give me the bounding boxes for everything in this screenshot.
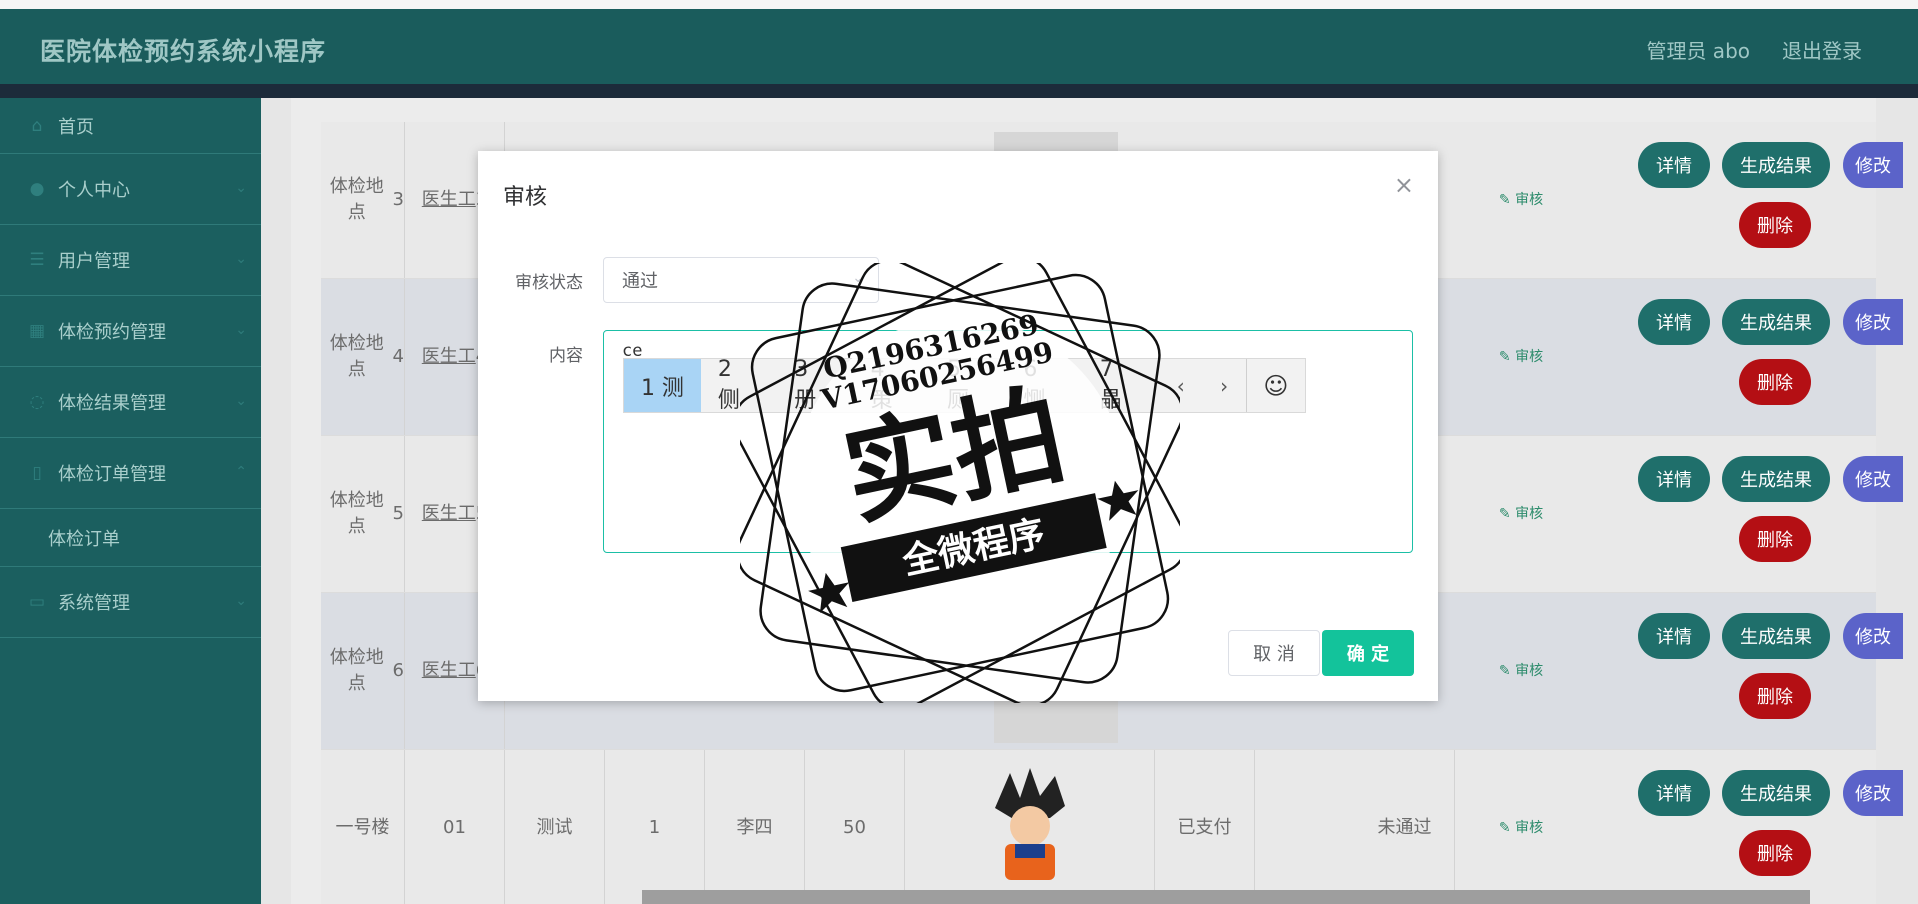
smiley-icon[interactable]: ☺ [1245,359,1305,412]
character-image [994,768,1065,880]
delete-button[interactable]: 删除 [1739,202,1811,248]
sidebar-item-label: 系统管理 [58,593,130,614]
chevron-down-icon: ⌄ [852,270,864,286]
status-label: 审核状态 [515,273,583,293]
close-icon[interactable]: × [1394,171,1414,199]
ime-candidate[interactable]: 3 册 [777,357,853,413]
detail-button[interactable]: 详情 [1638,142,1710,188]
delete-button[interactable]: 删除 [1739,359,1811,405]
sidebar-item-home[interactable]: ⌂ 首页 [0,98,261,154]
logout-link[interactable]: 退出登录 [1782,35,1862,64]
ime-next-icon[interactable]: › [1202,374,1245,398]
chevron-up-icon: ⌃ [235,464,247,480]
doctor-cell: 01 [405,750,505,904]
audit-link[interactable]: ✎ 审核 [1481,750,1561,904]
content-label: 内容 [549,346,583,366]
generate-result-button[interactable]: 生成结果 [1722,142,1830,188]
sidebar-subitem-orders[interactable]: 体检订单 [0,509,261,567]
delete-button[interactable]: 删除 [1739,516,1811,562]
sidebar-item-label: 体检结果管理 [58,393,166,414]
detail-button[interactable]: 详情 [1638,770,1710,816]
location-cell: 体检地点 3 [321,122,405,278]
sidebar-item-users[interactable]: ☰ 用户管理 ⌄ [0,225,261,296]
location-cell: 体检地点 6 [321,593,405,749]
sidebar-subitem-label: 体检订单 [48,528,120,550]
edit-button[interactable]: 修改 [1843,299,1903,345]
app-header: 医院体检预约系统小程序 管理员 abo 退出登录 [0,9,1918,84]
chevron-down-icon: ⌄ [235,180,247,196]
delete-button[interactable]: 删除 [1739,673,1811,719]
top-strip [0,0,1918,9]
sidebar-item-label: 个人中心 [58,180,130,201]
price-cell: 50 [805,750,905,904]
chevron-down-icon: ⌄ [235,322,247,338]
audit-link[interactable]: ✎ 审核 [1481,279,1561,435]
status-select-value: 通过 [622,271,658,292]
audit-link[interactable]: ✎ 审核 [1481,593,1561,749]
header-divider [0,84,1918,98]
detail-button[interactable]: 详情 [1638,299,1710,345]
ime-candidate[interactable]: 1 测 [624,359,701,412]
ime-candidate[interactable]: 2 侧 [701,357,777,413]
edit-button[interactable]: 修改 [1843,456,1903,502]
audit-dialog: 审核 × 审核状态 通过 ⌄ 内容 ce 1 测 2 侧 3 册 4 策 5 厕… [478,151,1438,701]
review-status-cell: 未通过 [1355,750,1455,904]
cancel-button[interactable]: 取 消 [1228,630,1320,676]
generate-result-button[interactable]: 生成结果 [1722,613,1830,659]
sidebar-item-personal[interactable]: ● 个人中心 ⌄ [0,154,261,225]
generate-result-button[interactable]: 生成结果 [1722,456,1830,502]
ime-candidate[interactable]: 4 策 [854,357,930,413]
generate-result-button[interactable]: 生成结果 [1722,299,1830,345]
chevron-down-icon: ⌄ [235,593,247,609]
audit-link[interactable]: ✎ 审核 [1481,436,1561,592]
sidebar-item-appointments[interactable]: ▦ 体检预约管理 ⌄ [0,296,261,367]
person-cell: 李四 [705,750,805,904]
home-icon: ⌂ [31,115,43,136]
sidebar-item-label: 首页 [58,116,94,138]
horizontal-scrollbar[interactable] [642,890,1810,904]
phone-icon: ▯ [32,463,42,483]
ime-prev-icon[interactable]: ‹ [1159,374,1202,398]
edit-button[interactable]: 修改 [1843,142,1903,188]
sidebar-item-label: 用户管理 [58,251,130,272]
grid-icon: ▦ [28,321,46,341]
generate-result-button[interactable]: 生成结果 [1722,770,1830,816]
image-cell [905,750,1155,904]
ime-candidate-bar: 1 测 2 侧 3 册 4 策 5 厕 6 恻 7 畾 ‹ › ☺ [623,357,1306,413]
ime-candidate[interactable]: 6 恻 [1006,357,1082,413]
dialog-title: 审核 [503,185,548,210]
sidebar-item-label: 体检订单管理 [58,464,166,485]
sidebar-item-system[interactable]: ▭ 系统管理 ⌄ [0,567,261,638]
power-icon: ◌ [29,392,45,412]
payment-status-cell: 已支付 [1155,750,1255,904]
location-cell: 体检地点 4 [321,279,405,435]
app-title: 医院体检预约系统小程序 [40,37,327,66]
ime-candidate[interactable]: 5 厕 [930,357,1006,413]
edit-button[interactable]: 修改 [1843,770,1903,816]
monitor-icon: ▭ [28,592,46,612]
sidebar: ⌂ 首页 ● 个人中心 ⌄ ☰ 用户管理 ⌄ ▦ 体检预约管理 ⌄ ◌ 体检结果… [0,98,261,904]
sidebar-item-label: 体检预约管理 [58,322,166,343]
location-cell: 一号楼 [321,750,405,904]
delete-button[interactable]: 删除 [1739,830,1811,876]
sidebar-item-orders[interactable]: ▯ 体检订单管理 ⌃ [0,438,261,509]
edit-button[interactable]: 修改 [1843,613,1903,659]
chevron-down-icon: ⌄ [235,251,247,267]
detail-button[interactable]: 详情 [1638,456,1710,502]
ime-candidate[interactable]: 7 畾 [1083,357,1159,413]
admin-user-label[interactable]: 管理员 abo [1646,35,1750,64]
table-row: 一号楼 01 测试 1 李四 50 已支付 未通过 ✎ 审核 详情 生成结果 修… [321,750,1903,904]
confirm-button[interactable]: 确 定 [1322,630,1414,676]
status-select[interactable]: 通过 ⌄ [603,257,879,303]
chevron-down-icon: ⌄ [235,393,247,409]
location-cell: 体检地点 5 [321,436,405,592]
list-icon: ☰ [29,250,45,270]
name-cell: 测试 [505,750,605,904]
audit-link[interactable]: ✎ 审核 [1481,122,1561,278]
count-cell: 1 [605,750,705,904]
detail-button[interactable]: 详情 [1638,613,1710,659]
user-icon: ● [29,179,45,199]
sidebar-item-results[interactable]: ◌ 体检结果管理 ⌄ [0,367,261,438]
